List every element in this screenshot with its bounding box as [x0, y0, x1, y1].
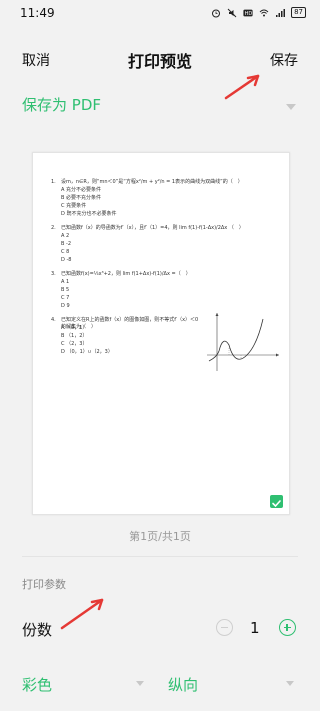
chevron-down-icon[interactable] — [286, 681, 294, 686]
orientation-select[interactable]: 纵向 — [168, 674, 198, 695]
question-option: D 9 — [61, 303, 70, 309]
page-indicator: 第1页/共1页 — [129, 530, 191, 543]
increment-button[interactable] — [279, 619, 296, 636]
divider — [22, 556, 298, 557]
function-graph — [207, 313, 279, 371]
svg-text:HD: HD — [245, 11, 253, 17]
alarm-icon — [212, 9, 221, 17]
mute-icon — [227, 8, 237, 17]
question-stem: 已知函数f（x）的导函数为f′（x），且f′（1）=4，则 lim f(1)-f… — [61, 225, 244, 231]
question-option: D -8 — [61, 257, 72, 263]
copies-value: 1 — [250, 619, 260, 637]
decrement-button[interactable] — [216, 619, 233, 636]
question-option: A 2 — [61, 233, 70, 239]
status-bar: 11:49 HD 87 — [0, 0, 320, 28]
print-params-heading: 打印参数 — [22, 578, 66, 591]
page-select-checkbox[interactable] — [270, 495, 283, 508]
question-option: A （0，1） — [61, 325, 88, 331]
question-option: B -2 — [61, 241, 72, 247]
question-stem: 已知函数f(x)=⅓x³+2，则 lim f(1+Δx)-f(1)/Δx =（ … — [61, 271, 191, 277]
printer-select[interactable]: 保存为 PDF — [22, 94, 101, 115]
question-number: 4. — [51, 317, 56, 323]
question-option: B 5 — [61, 287, 70, 293]
hd-icon: HD — [243, 9, 253, 17]
document-preview: 1. 设m，n∈R，则“mn＜0”是“方程x²/m + y²/n = 1表示的曲线… — [32, 152, 290, 515]
chevron-down-icon[interactable] — [136, 681, 144, 686]
battery-icon: 87 — [291, 7, 306, 18]
chevron-down-icon[interactable] — [286, 104, 296, 110]
question-option: D （0，1）∪（2，3） — [61, 349, 113, 355]
color-mode-select[interactable]: 彩色 — [22, 674, 52, 695]
question-option: C （2，3） — [61, 341, 88, 347]
copies-label: 份数 — [22, 621, 53, 639]
question-number: 2. — [51, 225, 56, 231]
wifi-icon — [259, 9, 269, 16]
question-option: C 8 — [61, 249, 70, 255]
annotation-arrow-copies — [60, 598, 104, 630]
question-option: A 充分不必要条件 — [61, 187, 102, 193]
check-icon — [272, 500, 281, 508]
status-time: 11:49 — [20, 6, 55, 20]
question-option: B 必要不充分条件 — [61, 195, 102, 201]
question-number: 3. — [51, 271, 56, 277]
question-option: A 1 — [61, 279, 70, 285]
question-option: C 充要条件 — [61, 203, 87, 209]
top-bar: 取消 打印预览 保存 — [0, 46, 320, 74]
question-option: D 既不充分也不必要条件 — [61, 211, 117, 217]
status-icons: HD 87 — [211, 7, 306, 18]
signal-icon — [276, 8, 286, 17]
question-number: 1. — [51, 179, 56, 185]
question-option: B （1，2） — [61, 333, 88, 339]
question-stem: 设m，n∈R，则“mn＜0”是“方程x²/m + y²/n = 1表示的曲线为双… — [61, 179, 243, 185]
save-button[interactable]: 保存 — [270, 50, 298, 70]
annotation-arrow-save — [224, 74, 260, 100]
question-option: C 7 — [61, 295, 70, 301]
